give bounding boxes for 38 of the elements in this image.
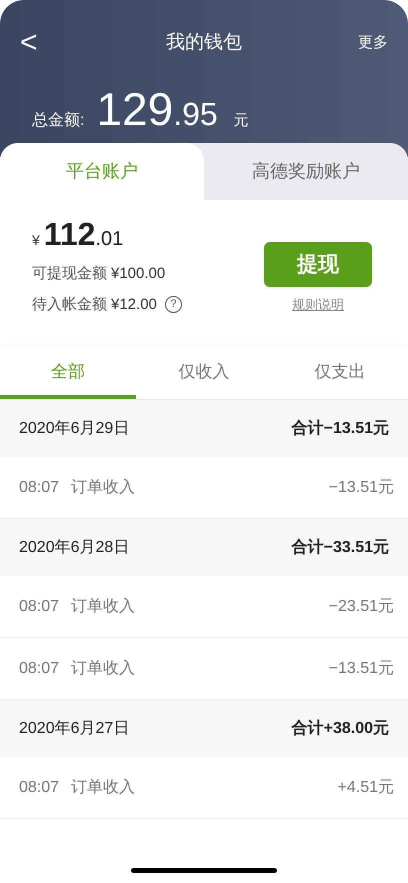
transaction-title: 订单收入 bbox=[71, 478, 136, 498]
filter-tab[interactable]: 仅收入 bbox=[136, 345, 272, 399]
pending-amount: ¥12.00 bbox=[111, 294, 157, 314]
withdrawable-label: 可提现金额 bbox=[32, 264, 107, 284]
help-button[interactable]: ? bbox=[164, 296, 182, 314]
page-title: 我的钱包 bbox=[166, 30, 242, 55]
withdrawable-amount: ¥100.00 bbox=[111, 264, 166, 284]
transaction-title: 订单收入 bbox=[71, 658, 136, 678]
account-tab[interactable]: 平台账户 bbox=[0, 143, 204, 200]
transaction-time: 08:07 bbox=[19, 596, 60, 616]
transaction-amount: −23.51元 bbox=[328, 596, 394, 616]
transaction-amount: −13.51元 bbox=[328, 478, 394, 498]
total-decimal: .95 bbox=[173, 98, 218, 130]
more-button[interactable]: 更多 bbox=[358, 32, 388, 54]
back-button[interactable]: < bbox=[20, 28, 50, 58]
day-date: 2020年6月27日 bbox=[19, 718, 130, 738]
day-date: 2020年6月28日 bbox=[19, 538, 130, 558]
transaction-title: 订单收入 bbox=[71, 596, 136, 616]
day-total: 合计−13.51元 bbox=[292, 418, 389, 438]
pending-label: 待入帐金额 bbox=[32, 294, 107, 314]
filter-tab[interactable]: 仅支出 bbox=[272, 345, 408, 399]
transaction-time: 08:07 bbox=[19, 478, 60, 498]
withdraw-button[interactable]: 提现 bbox=[264, 242, 372, 287]
balance-integer: 112 bbox=[44, 218, 96, 250]
total-integer: 129 bbox=[96, 86, 174, 132]
total-label: 总金额: bbox=[32, 110, 84, 131]
total-unit: 元 bbox=[234, 111, 249, 131]
day-date: 2020年6月29日 bbox=[19, 418, 130, 438]
day-total: 合计−33.51元 bbox=[292, 538, 389, 558]
transaction-amount: −13.51元 bbox=[328, 658, 394, 678]
transaction-time: 08:07 bbox=[19, 778, 60, 798]
transaction-time: 08:07 bbox=[19, 658, 60, 678]
currency-sign: ¥ bbox=[32, 231, 40, 250]
day-total: 合计+38.00元 bbox=[292, 718, 389, 738]
rules-link[interactable]: 规则说明 bbox=[292, 295, 344, 314]
balance-decimal: .01 bbox=[95, 229, 124, 249]
transaction-amount: +4.51元 bbox=[338, 778, 394, 798]
transaction-title: 订单收入 bbox=[71, 778, 136, 798]
